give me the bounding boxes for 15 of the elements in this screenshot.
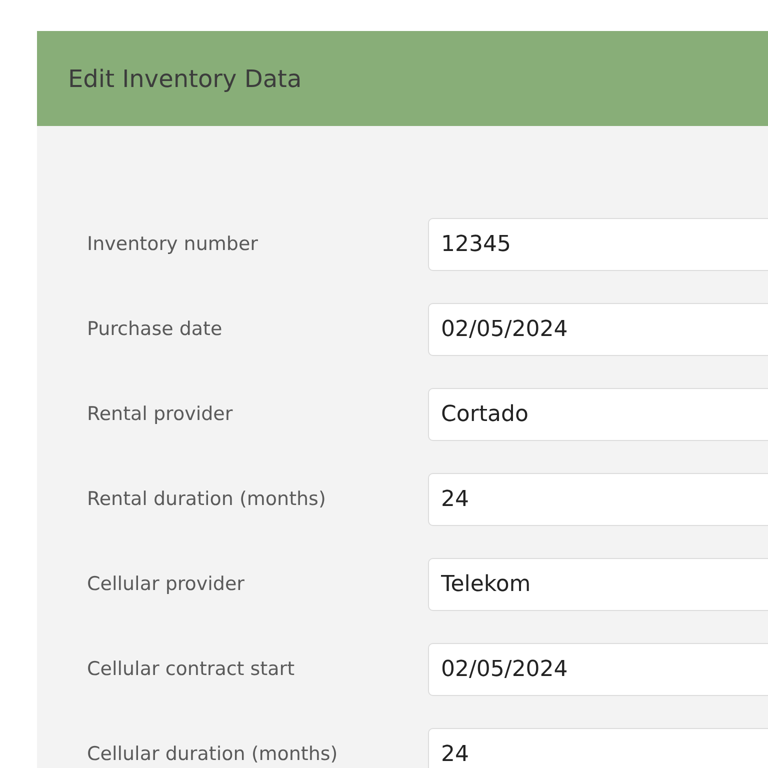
input-field[interactable]: Cortado [428,388,768,441]
field-label: Inventory number [87,232,259,258]
field-label: Purchase date [87,317,224,342]
input-field[interactable]: 02/05/2024 [428,643,768,696]
input-field[interactable]: 24 [428,728,768,768]
field-label: Cellular contract start [87,657,296,682]
input-field[interactable]: 02/05/2024 [428,303,768,356]
field-label: Cellular duration (months) [87,742,339,768]
input-field[interactable]: 24 [428,473,768,526]
dialog-title: Edit Inventory Data [68,64,302,94]
field-label: Rental provider [87,402,234,428]
input-field[interactable]: 12345 [428,218,768,271]
input-field[interactable]: Telekom [428,558,768,611]
field-label: Cellular provider [87,572,246,598]
field-label: Rental duration (months) [87,487,327,512]
